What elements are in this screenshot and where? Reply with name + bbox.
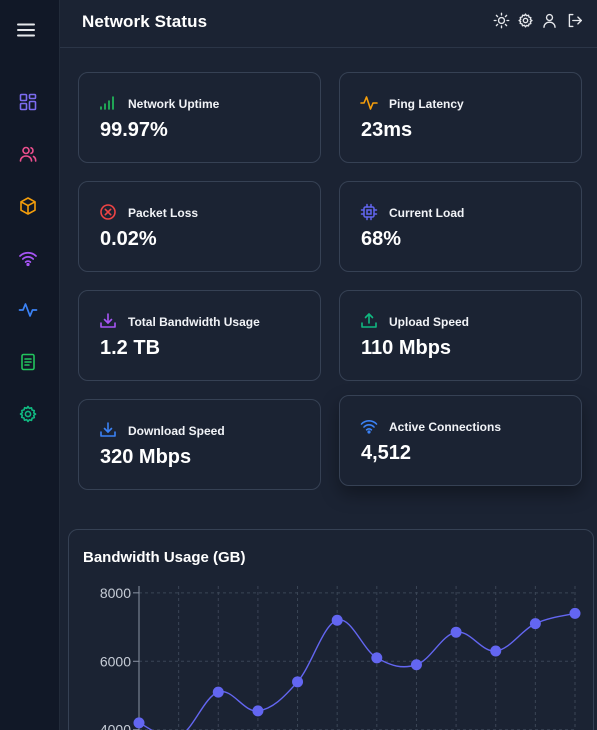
wifi-icon bbox=[360, 417, 378, 435]
card-ping-latency: Ping Latency 23ms bbox=[339, 72, 582, 163]
data-point bbox=[212, 686, 224, 698]
signal-bars-icon bbox=[99, 94, 117, 112]
y-tick-label: 8000 bbox=[100, 585, 131, 601]
data-point bbox=[371, 652, 383, 664]
data-point bbox=[529, 618, 541, 630]
card-label: Ping Latency bbox=[389, 97, 464, 111]
data-point bbox=[133, 717, 145, 729]
card-label: Upload Speed bbox=[389, 315, 470, 329]
card-label: Packet Loss bbox=[128, 206, 199, 220]
data-point bbox=[490, 645, 502, 657]
hamburger-icon[interactable] bbox=[16, 20, 36, 40]
data-point bbox=[252, 705, 264, 717]
download-tray-icon bbox=[99, 312, 117, 330]
x-circle-icon bbox=[99, 203, 117, 221]
users-icon[interactable] bbox=[18, 144, 38, 164]
card-value: 110 Mbps bbox=[361, 337, 452, 359]
card-total-bandwidth: Total Bandwidth Usage 1.2 TB bbox=[78, 290, 321, 381]
y-tick-label: 4000 bbox=[100, 722, 131, 730]
card-packet-loss: Packet Loss 0.02% bbox=[78, 181, 321, 272]
card-value: 99.97% bbox=[100, 119, 168, 141]
wifi-icon[interactable] bbox=[18, 248, 38, 268]
data-point bbox=[331, 614, 343, 626]
logout-icon[interactable] bbox=[566, 12, 583, 29]
document-icon[interactable] bbox=[18, 352, 38, 372]
bandwidth-line-chart: 4000 6000 8000 bbox=[100, 585, 581, 730]
card-label: Download Speed bbox=[128, 424, 225, 438]
card-download-speed: Download Speed 320 Mbps bbox=[78, 399, 321, 490]
card-current-load: Current Load 68% bbox=[339, 181, 582, 272]
pulse-icon bbox=[360, 94, 378, 112]
data-point bbox=[569, 607, 581, 619]
card-value: 68% bbox=[361, 228, 402, 250]
gear-icon[interactable] bbox=[517, 12, 534, 29]
data-point bbox=[292, 676, 304, 688]
user-icon[interactable] bbox=[541, 12, 558, 29]
card-label: Current Load bbox=[389, 206, 465, 220]
card-value: 4,512 bbox=[361, 442, 412, 464]
package-icon[interactable] bbox=[18, 196, 38, 216]
bandwidth-chart-panel: Bandwidth Usage (GB) 4000 6000 8000 bbox=[68, 529, 594, 730]
card-label: Total Bandwidth Usage bbox=[128, 315, 260, 329]
upload-tray-icon bbox=[360, 312, 378, 330]
card-value: 1.2 TB bbox=[100, 337, 161, 359]
card-value: 23ms bbox=[361, 119, 413, 141]
card-network-uptime: Network Uptime 99.97% bbox=[78, 72, 321, 163]
settings-icon[interactable] bbox=[18, 404, 38, 424]
download-tray-icon bbox=[99, 421, 117, 439]
data-point bbox=[450, 626, 462, 638]
card-active-connections: Active Connections 4,512 bbox=[339, 395, 582, 486]
series-line bbox=[138, 612, 576, 730]
data-point bbox=[410, 659, 422, 671]
dashboard-grid-icon[interactable] bbox=[18, 92, 38, 112]
card-value: 0.02% bbox=[100, 228, 157, 250]
card-label: Active Connections bbox=[389, 420, 502, 434]
card-upload-speed: Upload Speed 110 Mbps bbox=[339, 290, 582, 381]
activity-icon[interactable] bbox=[18, 300, 38, 320]
card-value: 320 Mbps bbox=[100, 446, 192, 468]
y-tick-label: 6000 bbox=[100, 653, 131, 669]
sun-icon[interactable] bbox=[493, 12, 510, 29]
cpu-icon bbox=[360, 203, 378, 221]
top-header: Network Status bbox=[60, 0, 597, 48]
card-label: Network Uptime bbox=[128, 97, 220, 111]
page-title: Network Status bbox=[82, 12, 208, 31]
sidebar bbox=[0, 0, 60, 730]
